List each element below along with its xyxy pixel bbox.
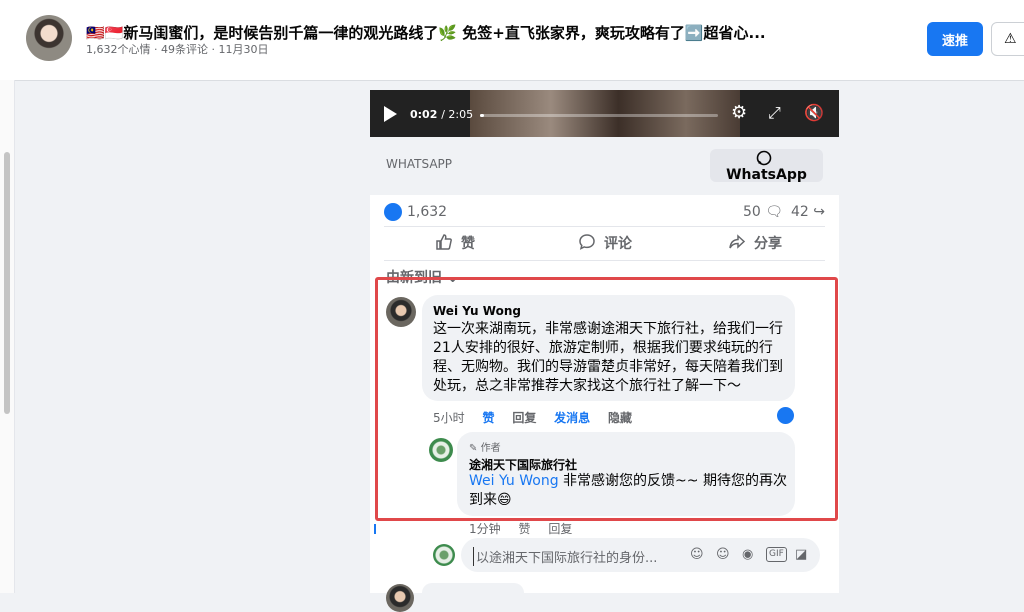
fullscreen-icon[interactable]: ⤢ [768,103,781,123]
camera-icon[interactable]: ◉ [742,547,753,563]
share-label: 分享 [754,236,782,252]
thread-line [374,524,376,534]
share-count-value: 42 [791,204,809,220]
divider [384,260,825,261]
composer-avatar [433,544,455,566]
avatar-sticker-icon[interactable]: ☺ [690,547,704,563]
highlight-box [375,277,838,521]
share-button[interactable]: 分享 [728,233,782,253]
link-preview[interactable]: WHATSAPP WhatsApp [370,137,839,195]
reply-like-button[interactable]: 赞 [518,522,530,536]
post-meta: 1,632个心情 · 49条评论 · 11月30日 [86,43,269,56]
scrollbar[interactable] [0,80,15,593]
comment-icon [579,234,595,250]
settings-gear-icon[interactable]: ⚙ [731,103,747,123]
share-icon [729,234,746,249]
reply-input[interactable]: 以途湘天下国际旅行社的身份... ☺ ☺ ◉ GIF ◪ [461,538,820,572]
post-header: 🇲🇾🇸🇬新马闺蜜们，是时候告别千篇一律的观光路线了🌿 免签+直飞张家界，爽玩攻略… [0,0,1024,81]
video-time: 0:02 / 2:05 [410,108,473,121]
scrollbar-thumb[interactable] [4,152,10,414]
next-comment-bubble [422,583,524,603]
sticker-icon[interactable]: ◪ [795,547,807,563]
reply-actions: 1分钟 赞 回复 [469,520,586,537]
video-time-total: / 2:05 [441,108,474,121]
like-reaction-icon[interactable] [384,203,402,221]
whatsapp-icon [756,150,771,166]
reply-reply-button[interactable]: 回复 [548,522,572,536]
mute-icon[interactable]: 🔇 [804,103,824,123]
play-icon[interactable] [384,106,397,122]
like-label: 赞 [461,236,475,252]
warning-button[interactable]: ⚠ [991,22,1024,56]
comment-count[interactable]: 50 🗨 [743,204,783,220]
share-count[interactable]: 42 ↪ [791,204,825,220]
video-progress-fill [480,114,484,117]
reply-placeholder: 以途湘天下国际旅行社的身份... [473,547,657,566]
comment-label: 评论 [604,236,632,252]
video-progress-bar[interactable] [480,114,718,117]
emoji-icon[interactable]: ☺ [716,547,730,563]
whatsapp-button[interactable]: WhatsApp [710,149,823,183]
video-player[interactable]: 0:02 / 2:05 ⚙ ⤢ 🔇 [370,90,839,137]
page-avatar[interactable] [26,15,72,61]
comment-count-value: 50 [743,204,761,220]
reply-time[interactable]: 1分钟 [469,522,501,536]
next-commenter-avatar[interactable] [386,584,414,612]
thumbs-up-icon [436,234,452,250]
post-title[interactable]: 🇲🇾🇸🇬新马闺蜜们，是时候告别千篇一律的观光路线了🌿 免签+直飞张家界，爽玩攻略… [86,22,766,43]
share-count-icon: ↪ [813,204,826,220]
reaction-count[interactable]: 1,632 [407,204,447,220]
video-time-current: 0:02 [410,108,438,121]
gif-icon[interactable]: GIF [766,547,787,562]
boost-button[interactable]: 速推 [927,22,983,56]
like-button[interactable]: 赞 [435,233,475,253]
divider [384,226,825,227]
comment-button[interactable]: 评论 [578,233,632,253]
link-source: WHATSAPP [386,157,453,171]
comment-count-icon: 🗨 [765,204,784,220]
whatsapp-label: WhatsApp [726,167,807,183]
